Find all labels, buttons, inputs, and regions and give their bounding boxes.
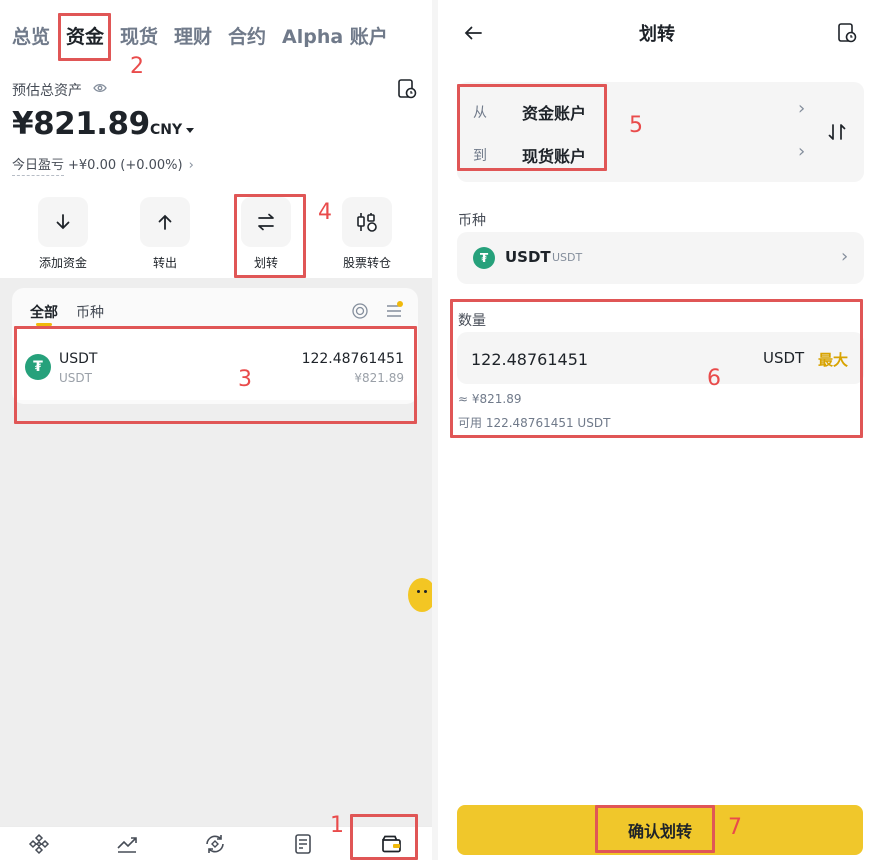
deposit-button[interactable] [38, 197, 88, 247]
tab-funding[interactable]: 资金 [66, 24, 104, 50]
from-label: 从 [473, 105, 487, 121]
filter-menu-icon[interactable] [385, 300, 405, 320]
caret-down-icon [186, 127, 195, 133]
withdraw-button[interactable] [140, 197, 190, 247]
asset-value: ¥821.89 [354, 371, 404, 385]
tab-futures[interactable]: 合约 [228, 24, 266, 50]
nav-orders-icon[interactable] [283, 829, 323, 859]
nav-markets-icon[interactable] [107, 829, 147, 859]
stock-transfer-icon [357, 213, 377, 232]
confirm-transfer-button[interactable]: 确认划转 [457, 805, 863, 855]
stock-transfer-label: 股票转仓 [342, 256, 391, 270]
nav-wallet-icon[interactable] [371, 829, 411, 859]
withdraw-label: 转出 [152, 256, 177, 270]
asset-symbol: USDT [59, 371, 92, 385]
bottom-navigation [0, 826, 432, 860]
annotation-number: 3 [238, 367, 252, 392]
swap-icon[interactable] [826, 121, 848, 143]
annotation-number: 4 [318, 200, 332, 225]
amount-unit: USDT [763, 349, 805, 367]
max-button[interactable]: 最大 [818, 349, 848, 370]
annotation-number: 5 [629, 113, 643, 138]
coin-section-label: 币种 [458, 213, 486, 229]
amount-value[interactable]: 122.48761451 [471, 350, 588, 369]
pnl-label: 今日盈亏 [12, 154, 65, 176]
to-label: 到 [473, 148, 487, 164]
total-balance: ¥821.89 [12, 106, 150, 142]
eye-icon[interactable] [92, 80, 108, 96]
chevron-right-icon[interactable]: › [798, 141, 805, 162]
nav-trade-icon[interactable] [195, 829, 235, 859]
annotation-number: 6 [707, 366, 721, 391]
history-icon[interactable] [396, 78, 418, 100]
pnl-value: +¥0.00 (+0.00%) [68, 157, 183, 173]
currency-label: CNY [150, 122, 183, 138]
screenshot-root: 总览 资金 现货 理财 合约 Alpha 账户 预估总资产 ¥821.89 CN… [0, 0, 876, 860]
today-pnl[interactable]: 今日盈亏 +¥0.00 (+0.00%) › [12, 154, 194, 176]
mascot-widget[interactable] [408, 578, 432, 612]
subtab-coin[interactable]: 币种 [76, 302, 104, 322]
tab-spot[interactable]: 现货 [120, 24, 158, 50]
chevron-right-icon[interactable]: › [798, 98, 805, 119]
deposit-label: 添加资金 [38, 256, 87, 270]
subtab-all[interactable]: 全部 [30, 302, 58, 322]
tab-overview[interactable]: 总览 [12, 24, 50, 50]
tab-earn[interactable]: 理财 [174, 24, 212, 50]
estimated-total-label: 预估总资产 [12, 83, 82, 99]
from-account[interactable]: 资金账户 [522, 100, 586, 124]
page-title: 划转 [639, 24, 675, 45]
wallet-panel: 总览 资金 现货 理财 合约 Alpha 账户 预估总资产 ¥821.89 CN… [0, 0, 432, 860]
arrow-down-icon [56, 214, 70, 230]
available-balance: 可用 122.48761451 USDT [458, 416, 611, 430]
asset-name: USDT [59, 351, 98, 367]
usdt-coin-icon: ₮ [25, 354, 51, 380]
usdt-coin-icon: ₮ [473, 247, 495, 269]
chevron-right-icon[interactable]: › [841, 246, 848, 267]
history-icon[interactable] [836, 22, 858, 44]
active-subtab-indicator [36, 323, 52, 326]
to-account[interactable]: 现货账户 [522, 143, 586, 167]
mascot-eye-icon [424, 590, 427, 593]
annotation-number: 2 [130, 54, 144, 79]
hide-small-icon[interactable] [351, 302, 369, 320]
annotation-number: 1 [330, 813, 344, 838]
approx-value: ≈ ¥821.89 [458, 392, 522, 406]
annotation-number: 7 [728, 815, 742, 840]
chevron-right-icon: › [188, 157, 194, 173]
mascot-eye-icon [417, 590, 420, 593]
stock-transfer-button[interactable] [342, 197, 392, 247]
transfer-label: 划转 [253, 256, 278, 270]
tab-alpha-account[interactable]: Alpha 账户 [282, 24, 388, 50]
arrow-up-icon [158, 214, 172, 230]
from-to-block [457, 82, 864, 182]
currency-selector[interactable]: CNY [150, 122, 195, 138]
transfer-button[interactable] [241, 197, 291, 247]
amount-section-label: 数量 [458, 313, 486, 329]
coin-symbol: USDT [552, 251, 583, 264]
transfer-arrows-icon [258, 213, 274, 231]
asset-amount: 122.48761451 [301, 351, 404, 367]
coin-name: USDT [505, 248, 551, 266]
nav-home-icon[interactable] [19, 829, 59, 859]
